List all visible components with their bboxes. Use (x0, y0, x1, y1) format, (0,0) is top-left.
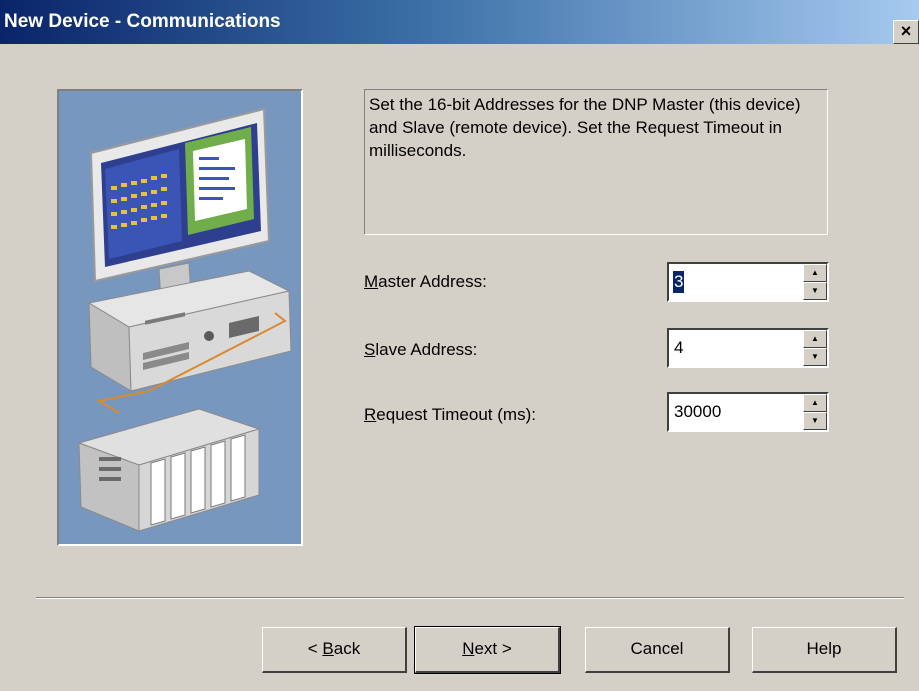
window-title: New Device - Communications (4, 11, 281, 32)
close-icon: × (900, 21, 912, 41)
slave-address-spinner[interactable]: 4 ▲ ▼ (667, 328, 829, 368)
spin-down-icon: ▼ (811, 286, 819, 295)
request-timeout-up-button[interactable]: ▲ (803, 394, 827, 412)
wizard-illustration (57, 89, 303, 546)
master-address-label-text: aster Address: (378, 272, 487, 291)
cancel-button-label: Cancel (630, 639, 684, 658)
master-address-input[interactable]: 3 (673, 271, 685, 293)
help-button-label: Help (806, 639, 842, 658)
help-button[interactable]: Help (752, 627, 897, 673)
slave-address-label-text: lave Address: (375, 340, 478, 359)
slave-address-up-button[interactable]: ▲ (803, 330, 827, 348)
master-address-down-button[interactable]: ▼ (803, 282, 827, 300)
spin-up-icon: ▲ (811, 398, 819, 407)
request-timeout-input[interactable]: 30000 (673, 401, 722, 423)
slave-address-label: Slave Address: (364, 340, 477, 360)
spin-down-icon: ▼ (811, 416, 819, 425)
master-address-mnemonic: M (364, 272, 379, 291)
request-timeout-down-button[interactable]: ▼ (803, 412, 827, 430)
description-box: Set the 16-bit Addresses for the DNP Mas… (364, 89, 828, 235)
slave-address-mnemonic: S (364, 340, 376, 359)
close-button[interactable]: × (893, 20, 919, 44)
title-bar: New Device - Communications × (0, 0, 919, 44)
request-timeout-spin-buttons: ▲ ▼ (803, 394, 827, 430)
request-timeout-mnemonic: R (364, 405, 377, 424)
master-address-up-button[interactable]: ▲ (803, 264, 827, 282)
back-button-mnemonic: B (322, 639, 334, 658)
request-timeout-label: Request Timeout (ms): (364, 405, 536, 425)
spin-up-icon: ▲ (811, 334, 819, 343)
slave-address-down-button[interactable]: ▼ (803, 348, 827, 366)
request-timeout-label-text: equest Timeout (ms): (376, 405, 536, 424)
master-address-spinner[interactable]: 3 ▲ ▼ (667, 262, 829, 302)
back-button-label: ack (333, 639, 361, 658)
button-separator (36, 597, 904, 599)
spin-down-icon: ▼ (811, 352, 819, 361)
next-button-label: ext > (474, 639, 512, 658)
slave-address-spin-buttons: ▲ ▼ (803, 330, 827, 366)
next-button[interactable]: Next > (414, 626, 561, 674)
back-button-prefix: < (307, 639, 323, 658)
spin-up-icon: ▲ (811, 268, 819, 277)
master-address-spin-buttons: ▲ ▼ (803, 264, 827, 300)
computer-illustration (59, 91, 301, 544)
request-timeout-spinner[interactable]: 30000 ▲ ▼ (667, 392, 829, 432)
master-address-label: Master Address: (364, 272, 487, 292)
next-button-mnemonic: N (462, 639, 475, 658)
cancel-button[interactable]: Cancel (585, 627, 730, 673)
back-button[interactable]: < Back (262, 627, 407, 673)
slave-address-input[interactable]: 4 (673, 337, 684, 359)
